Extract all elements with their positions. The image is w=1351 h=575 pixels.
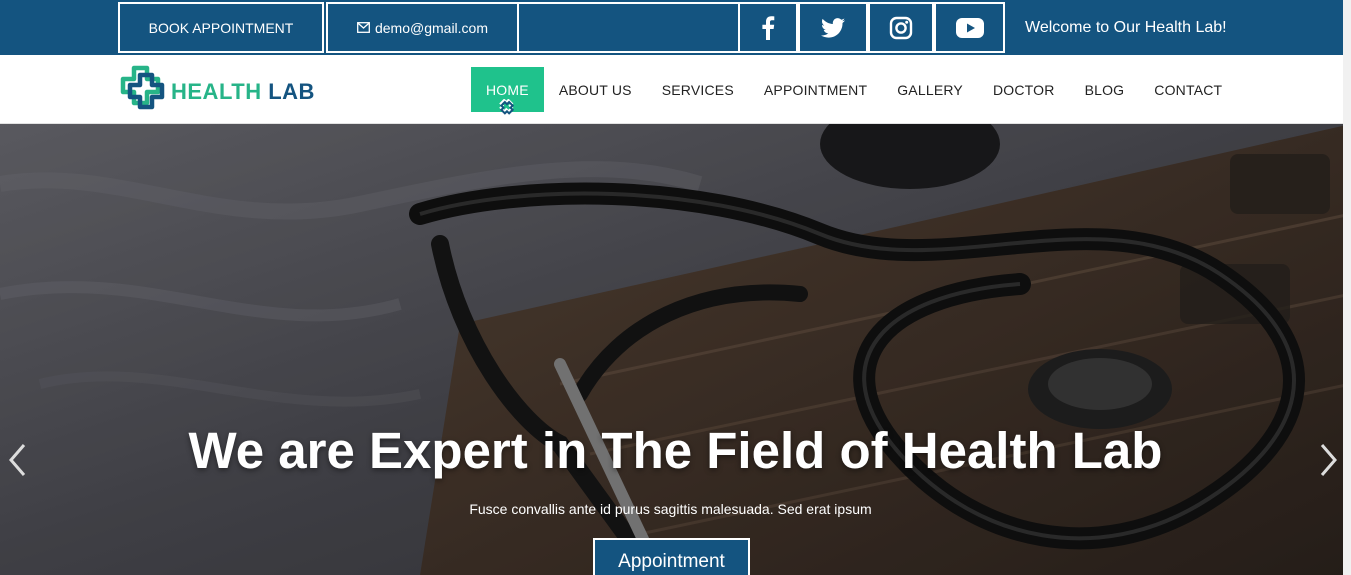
site-logo[interactable]: HEALTH LAB (117, 65, 315, 118)
logo-word-health: HEALTH (171, 78, 262, 104)
facebook-icon (761, 15, 775, 40)
nav-services[interactable]: SERVICES (647, 67, 749, 112)
instagram-icon (889, 16, 913, 40)
book-appointment-link[interactable]: BOOK APPOINTMENT (118, 2, 324, 53)
hero-subtitle: Fusce convallis ante id purus sagittis m… (469, 501, 872, 517)
email-text: demo@gmail.com (374, 19, 489, 36)
nav-home-label: HOME (486, 81, 529, 98)
youtube-icon (955, 17, 984, 38)
nav-contact[interactable]: CONTACT (1139, 67, 1237, 112)
nav-blog[interactable]: BLOG (1070, 67, 1140, 112)
youtube-link[interactable] (934, 2, 1005, 53)
nav-about-us[interactable]: ABOUT US (544, 67, 647, 112)
main-nav: HOME ABOUT US SERVICES APPOINTMENT GALLE… (471, 67, 1237, 115)
page-scrollbar[interactable] (1343, 0, 1351, 575)
nav-doctor[interactable]: DOCTOR (978, 67, 1070, 112)
email-link[interactable]: demo@gmail.com (326, 2, 519, 53)
nav-gallery[interactable]: GALLERY (882, 67, 978, 112)
topbar-spacer (519, 2, 738, 53)
top-bar: BOOK APPOINTMENT demo@gmail.com Welcome … (0, 0, 1351, 55)
twitter-icon (821, 17, 845, 38)
medical-cross-logo-icon (117, 65, 167, 118)
appointment-button[interactable]: Appointment (593, 538, 750, 575)
facebook-link[interactable] (738, 2, 798, 53)
envelope-icon (357, 22, 370, 33)
logo-text: HEALTH LAB (171, 79, 315, 105)
instagram-link[interactable] (868, 2, 934, 53)
welcome-text: Welcome to Our Health Lab! (1025, 18, 1227, 36)
twitter-link[interactable] (798, 2, 868, 53)
hero-slider: We are Expert in The Field of Health Lab… (0, 124, 1351, 575)
main-navbar: HEALTH LAB HOME ABOUT US SERVICES APPOIN… (0, 55, 1351, 124)
hero-title: We are Expert in The Field of Health Lab (188, 422, 1163, 479)
nav-appointment[interactable]: APPOINTMENT (749, 67, 882, 112)
medical-cross-small-icon (497, 98, 517, 118)
logo-word-lab: LAB (268, 78, 315, 104)
nav-home[interactable]: HOME (471, 67, 544, 115)
